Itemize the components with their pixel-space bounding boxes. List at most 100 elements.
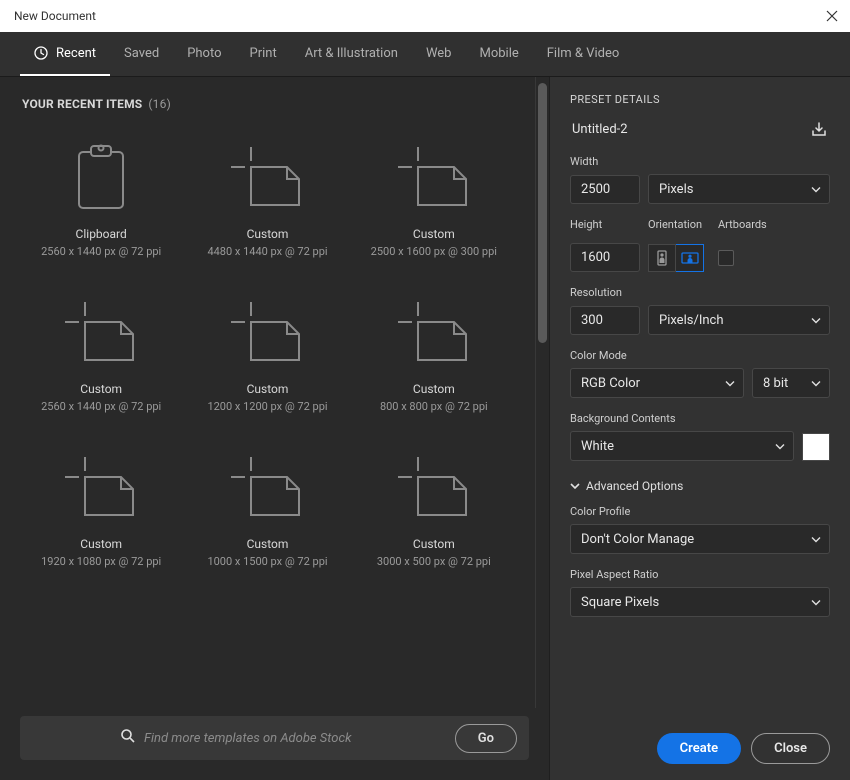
width-input[interactable] [570,175,640,204]
preset-dims: 4480 x 1440 px @ 72 ppi [207,245,327,258]
bg-value: White [581,439,614,454]
preset-dims: 2500 x 1600 px @ 300 ppi [371,245,497,258]
preset-name: Custom [247,382,289,396]
resolution-label: Resolution [570,286,830,299]
color-depth-select[interactable]: 8 bit [752,368,830,398]
width-unit-select[interactable]: Pixels [648,174,830,204]
document-name-field[interactable]: Untitled-2 [570,118,800,141]
tab-recent[interactable]: Recent [20,32,110,76]
preset-name: Custom [413,382,455,396]
scroll-thumb[interactable] [538,83,547,343]
artboards-checkbox[interactable] [718,250,734,266]
width-unit-value: Pixels [659,182,693,197]
preset-item[interactable]: Custom 1200 x 1200 px @ 72 ppi [188,276,346,423]
preset-name: Custom [413,537,455,551]
orientation-portrait-button[interactable] [648,244,676,272]
tab-label: Film & Video [547,46,620,61]
color-mode-label: Color Mode [570,349,830,362]
preset-item[interactable]: Custom4480 x 1440 px @ 72 ppi [188,121,346,268]
resolution-input[interactable] [570,306,640,335]
chevron-down-icon [811,313,821,328]
par-value: Square Pixels [581,595,659,610]
color-profile-select[interactable]: Don't Color Manage [570,524,830,554]
custom-doc-icon [194,135,340,221]
recent-title-text: YOUR RECENT ITEMS [22,97,142,111]
tab-label: Art & Illustration [305,46,398,61]
preset-dims: 1200 x 1200 px @ 72 ppi [207,400,327,413]
color-profile-label: Color Profile [570,505,830,518]
preset-dims: 1920 x 1080 px @ 72 ppi [41,555,161,568]
height-label: Height [570,218,640,231]
save-preset-icon[interactable] [808,119,830,141]
preset-grid: Clipboard2560 x 1440 px @ 72 ppiCustom44… [22,121,513,578]
clock-icon [34,46,48,60]
preset-item[interactable]: Custom 800 x 800 px @ 72 ppi [355,276,513,423]
tab-label: Photo [187,46,221,61]
par-label: Pixel Aspect Ratio [570,568,830,581]
custom-doc-icon [361,135,507,221]
tab-photo[interactable]: Photo [173,32,235,76]
custom-doc-icon [194,445,340,531]
tab-print[interactable]: Print [236,32,291,76]
preset-item[interactable]: Custom1000 x 1500 px @ 72 ppi [188,431,346,578]
par-select[interactable]: Square Pixels [570,587,830,617]
height-input[interactable] [570,243,640,272]
bg-select[interactable]: White [570,431,794,461]
search-icon [120,728,136,748]
preset-name: Custom [80,537,122,551]
chevron-down-icon [811,595,821,610]
tab-label: Mobile [479,46,518,61]
preset-item[interactable]: Custom2500 x 1600 px @ 300 ppi [355,121,513,268]
panel-title: PRESET DETAILS [570,93,830,106]
preset-name: Custom [247,537,289,551]
close-button[interactable]: Close [751,733,830,764]
create-button[interactable]: Create [657,733,741,764]
advanced-label: Advanced Options [586,479,683,493]
tab-web[interactable]: Web [412,32,466,76]
resolution-unit-value: Pixels/Inch [659,313,724,328]
custom-doc-icon [194,290,340,376]
window-title: New Document [14,9,96,23]
tab-label: Saved [124,46,159,61]
orientation-landscape-button[interactable] [676,244,704,272]
preset-item[interactable]: Custom 3000 x 500 px @ 72 ppi [355,431,513,578]
recent-section-title: YOUR RECENT ITEMS (16) [22,97,513,111]
go-button[interactable]: Go [455,724,517,753]
bg-color-swatch[interactable] [802,433,830,461]
preset-details-panel: PRESET DETAILS Untitled-2 Width Pixels H… [550,77,850,780]
preset-dims: 3000 x 500 px @ 72 ppi [377,555,491,568]
preset-name: Clipboard [76,227,127,241]
category-tabs: Recent Saved Photo Print Art & Illustration W… [0,32,850,76]
tab-art-illustration[interactable]: Art & Illustration [291,32,412,76]
orientation-label: Orientation [648,218,710,231]
tab-film-video[interactable]: Film & Video [533,32,634,76]
scrollbar[interactable] [535,77,549,708]
custom-doc-icon [361,290,507,376]
chevron-down-icon [811,182,821,197]
custom-doc-icon [28,445,174,531]
advanced-toggle[interactable]: Advanced Options [570,479,830,493]
preset-dims: 800 x 800 px @ 72 ppi [380,400,488,413]
preset-item[interactable]: Clipboard2560 x 1440 px @ 72 ppi [22,121,180,268]
color-mode-value: RGB Color [581,376,640,391]
color-mode-select[interactable]: RGB Color [570,368,744,398]
stock-search-bar: Go [20,716,529,760]
left-panel: YOUR RECENT ITEMS (16) Clipboard2560 x 1… [0,77,535,708]
clipboard-icon [28,135,174,221]
preset-item[interactable]: Custom 1920 x 1080 px @ 72 ppi [22,431,180,578]
tab-mobile[interactable]: Mobile [465,32,532,76]
close-icon[interactable] [824,8,840,24]
custom-doc-icon [361,445,507,531]
chevron-down-icon [811,532,821,547]
artboards-label: Artboards [718,218,767,231]
width-label: Width [570,155,830,168]
resolution-unit-select[interactable]: Pixels/Inch [648,305,830,335]
stock-search-input[interactable] [100,731,443,746]
tab-saved[interactable]: Saved [110,32,173,76]
recent-count: (16) [148,97,171,111]
bg-label: Background Contents [570,412,830,425]
chevron-down-icon [725,376,735,391]
chevron-down-icon [811,376,821,391]
chevron-down-icon [775,439,785,454]
preset-item[interactable]: Custom2560 x 1440 px @ 72 ppi [22,276,180,423]
